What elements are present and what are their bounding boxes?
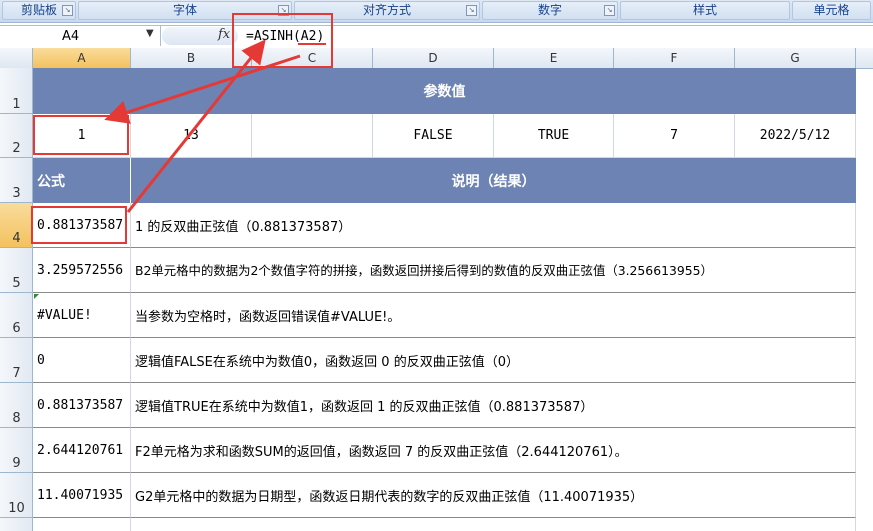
description-header-cell[interactable]: 说明（结果） — [131, 158, 856, 203]
row-header-6[interactable]: 6 — [0, 293, 33, 338]
description-cell[interactable]: 逻辑值FALSE在系统中为数值0，函数返回 0 的反双曲正弦值（0） — [131, 338, 856, 383]
row-header-9[interactable]: 9 — [0, 428, 33, 473]
ribbon-group-cells[interactable]: 单元格 — [792, 1, 871, 20]
cell-b11[interactable] — [131, 518, 856, 531]
result-cell-a10[interactable]: 11.40071935 — [33, 473, 131, 518]
row-header-8[interactable]: 8 — [0, 383, 33, 428]
result-cell-a5[interactable]: 3.259572556 — [33, 248, 131, 293]
formula-controls: fx — [162, 27, 238, 45]
cell-e2[interactable]: TRUE — [494, 114, 614, 158]
description-cell[interactable]: G2单元格中的数据为日期型，函数返日期代表的数字的反双曲正弦值（11.40071… — [131, 473, 856, 518]
description-cell[interactable]: 当参数为空格时，函数返回错误值#VALUE!。 — [131, 293, 856, 338]
formula-highlight-box — [232, 13, 333, 68]
select-all-corner[interactable] — [0, 48, 33, 68]
column-header-g[interactable]: G — [735, 48, 856, 68]
row-header-7[interactable]: 7 — [0, 338, 33, 383]
ribbon-group-styles[interactable]: 样式 — [620, 1, 790, 20]
ribbon-group-label: 对齐方式 — [362, 3, 411, 17]
cell-b2[interactable]: 13 — [131, 114, 252, 158]
result-cell-a7[interactable]: 0 — [33, 338, 131, 383]
result-cell-a9[interactable]: 2.644120761 — [33, 428, 131, 473]
description-cell[interactable]: B2单元格中的数据为2个数值字符的拼接，函数返回拼接后得到的数值的反双曲正弦值（… — [131, 248, 856, 293]
ribbon-group-clipboard[interactable]: 剪贴板 ↘ — [2, 1, 76, 20]
result-highlight-box — [31, 206, 127, 244]
description-cell[interactable]: 1 的反双曲正弦值（0.881373587） — [131, 203, 856, 248]
ribbon-group-label: 样式 — [692, 3, 717, 17]
param-highlight-box — [33, 115, 129, 155]
params-title-cell[interactable]: 参数值 — [33, 68, 856, 114]
result-cell-a8[interactable]: 0.881373587 — [33, 383, 131, 428]
ribbon-group-strip: 剪贴板 ↘ 字体 ↘ 对齐方式 ↘ 数字 ↘ 样式 单元格 — [0, 0, 873, 23]
column-header-a[interactable]: A — [33, 48, 131, 68]
row-header-1[interactable]: 1 — [0, 68, 33, 114]
cell-f2[interactable]: 7 — [614, 114, 735, 158]
result-cell-a6[interactable]: #VALUE! — [33, 293, 131, 338]
row-header-2[interactable]: 2 — [0, 114, 33, 158]
row-header-10[interactable]: 10 — [0, 473, 33, 518]
name-box[interactable]: A4 ▼ — [0, 26, 161, 46]
description-cell[interactable]: F2单元格为求和函数SUM的返回值，函数返回 7 的反双曲正弦值（2.64412… — [131, 428, 856, 473]
ribbon-group-label: 字体 — [172, 3, 197, 17]
cell-g2[interactable]: 2022/5/12 — [735, 114, 856, 158]
chevron-down-icon[interactable]: ▼ — [146, 28, 154, 39]
formula-header-cell[interactable]: 公式 — [33, 158, 131, 203]
column-header-d[interactable]: D — [373, 48, 494, 68]
description-cell[interactable]: 逻辑值TRUE在系统中为数值1，函数返回 1 的反双曲正弦值（0.8813735… — [131, 383, 856, 428]
cell-c2[interactable] — [252, 114, 373, 158]
name-box-value: A4 — [62, 29, 80, 44]
dialog-launcher-icon[interactable]: ↘ — [62, 5, 73, 16]
dialog-launcher-icon[interactable]: ↘ — [604, 5, 615, 16]
ribbon-group-label: 剪贴板 — [20, 3, 57, 17]
cell-d2[interactable]: FALSE — [373, 114, 494, 158]
ribbon-group-number[interactable]: 数字 ↘ — [482, 1, 618, 20]
row-header-4[interactable]: 4 — [0, 203, 33, 248]
insert-function-icon[interactable]: fx — [218, 27, 230, 42]
ribbon-group-label: 数字 — [537, 3, 562, 17]
row-header-11[interactable] — [0, 518, 33, 531]
error-indicator-icon[interactable] — [34, 294, 39, 299]
ribbon-group-label: 单元格 — [813, 3, 850, 17]
column-header-e[interactable]: E — [494, 48, 614, 68]
cell-a11[interactable] — [33, 518, 131, 531]
row-header-5[interactable]: 5 — [0, 248, 33, 293]
dialog-launcher-icon[interactable]: ↘ — [466, 5, 477, 16]
row-header-3[interactable]: 3 — [0, 158, 33, 203]
column-header-f[interactable]: F — [614, 48, 735, 68]
column-header-overflow — [856, 48, 873, 68]
